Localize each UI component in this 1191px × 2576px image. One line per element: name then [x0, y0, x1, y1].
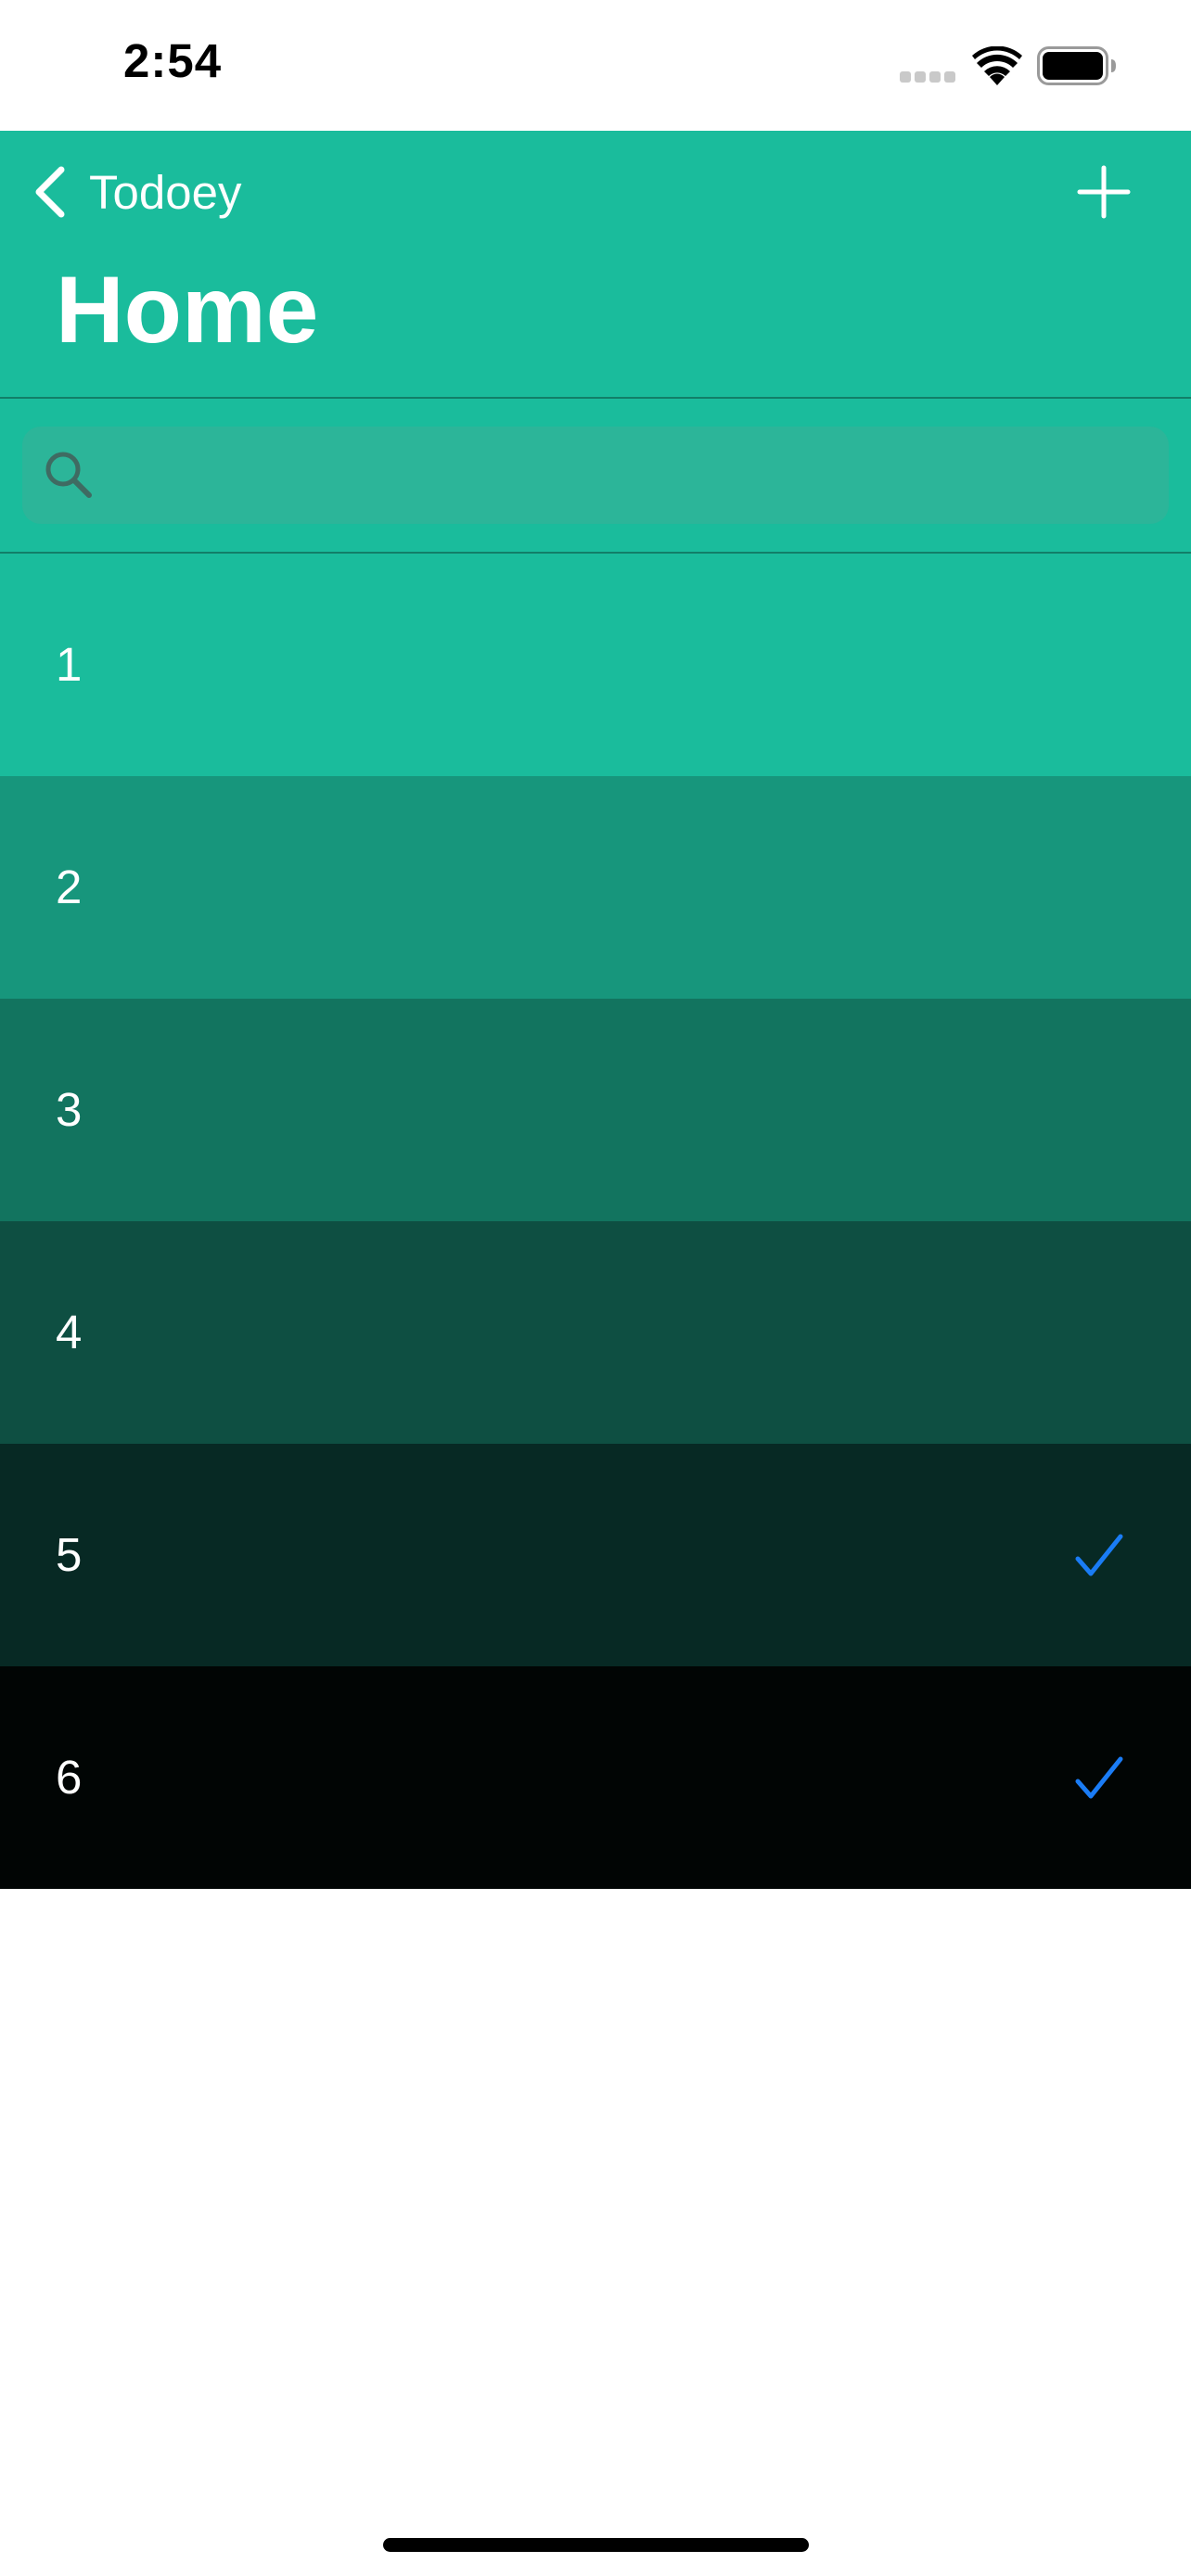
- status-time: 2:54: [123, 34, 223, 87]
- plus-icon[interactable]: [1076, 164, 1132, 220]
- page-title: Home: [56, 257, 319, 363]
- chevron-left-icon: [35, 166, 65, 218]
- item-title: 1: [56, 638, 83, 691]
- list-item[interactable]: 1: [0, 554, 1191, 776]
- list-item[interactable]: 4: [0, 1221, 1191, 1444]
- back-label: Todoey: [89, 165, 242, 219]
- search-icon: [45, 452, 92, 498]
- todo-list: 1 2 3 4 5 6: [0, 554, 1191, 1889]
- checkmark-icon: [1075, 1756, 1123, 1799]
- screen: 2:54 Todoey Home 1 2 3 4 5 6: [0, 0, 1191, 2576]
- signal-icon: [900, 71, 957, 84]
- item-title: 4: [56, 1306, 83, 1358]
- item-title: 2: [56, 861, 83, 913]
- search-field[interactable]: [22, 427, 1169, 526]
- search-bar: [0, 399, 1191, 554]
- home-indicator: [383, 2538, 809, 2552]
- list-item[interactable]: 2: [0, 776, 1191, 999]
- item-title: 3: [56, 1083, 83, 1136]
- status-bar: 2:54: [0, 0, 1191, 131]
- item-title: 6: [56, 1751, 83, 1804]
- battery-icon: [1037, 46, 1116, 85]
- search-input[interactable]: [115, 427, 1148, 526]
- list-item[interactable]: 3: [0, 999, 1191, 1221]
- navigation-bar: Todoey Home: [0, 131, 1191, 399]
- list-item[interactable]: 5: [0, 1444, 1191, 1666]
- wifi-icon: [972, 46, 1022, 85]
- checkmark-icon: [1075, 1534, 1123, 1576]
- item-title: 5: [56, 1528, 83, 1581]
- list-item[interactable]: 6: [0, 1666, 1191, 1889]
- back-button[interactable]: Todoey: [32, 164, 241, 220]
